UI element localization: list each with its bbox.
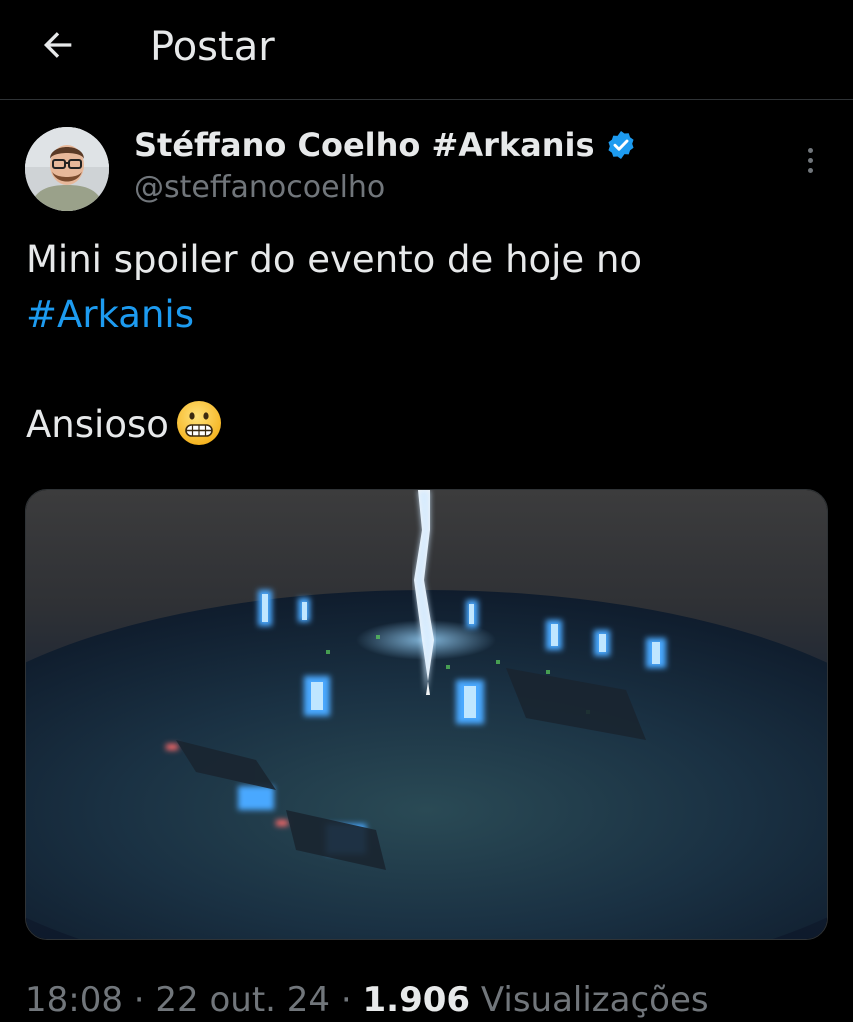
views-count[interactable]: 1.906 bbox=[363, 980, 471, 1020]
views-label: Visualizações bbox=[470, 980, 709, 1020]
avatar[interactable] bbox=[25, 127, 109, 211]
top-bar: Postar bbox=[0, 0, 853, 100]
author-name-row: Stéffano Coelho #Arkanis bbox=[134, 124, 637, 166]
page-title: Postar bbox=[150, 24, 275, 70]
author-handle[interactable]: @steffanocoelho bbox=[134, 168, 385, 208]
post-text: Mini spoiler do evento de hoje no #Arkan… bbox=[26, 232, 826, 452]
game-scene-image bbox=[26, 490, 827, 939]
post-metadata: 18:08 · 22 out. 24 · 1.906 Visualizações bbox=[25, 978, 709, 1022]
more-vertical-icon bbox=[807, 147, 813, 153]
avatar-photo bbox=[25, 127, 109, 211]
author-display-name[interactable]: Stéffano Coelho #Arkanis bbox=[134, 124, 595, 166]
more-options-button[interactable] bbox=[794, 140, 826, 180]
verified-badge-icon bbox=[608, 131, 634, 159]
post-text-line: Ansioso bbox=[26, 403, 169, 446]
post-date: 22 out. 24 bbox=[155, 980, 331, 1020]
post-text-line: Mini spoiler do evento de hoje no bbox=[26, 238, 643, 281]
post-time: 18:08 bbox=[25, 980, 123, 1020]
more-dot bbox=[807, 157, 813, 163]
meta-separator: · bbox=[330, 980, 363, 1020]
back-button[interactable] bbox=[30, 22, 86, 68]
arrow-left-icon bbox=[43, 32, 72, 58]
meta-separator: · bbox=[122, 980, 156, 1020]
more-dot bbox=[807, 167, 813, 173]
grimacing-face-emoji bbox=[176, 401, 221, 445]
hashtag-link[interactable]: #Arkanis bbox=[26, 293, 194, 336]
post-media-image[interactable] bbox=[25, 489, 828, 940]
